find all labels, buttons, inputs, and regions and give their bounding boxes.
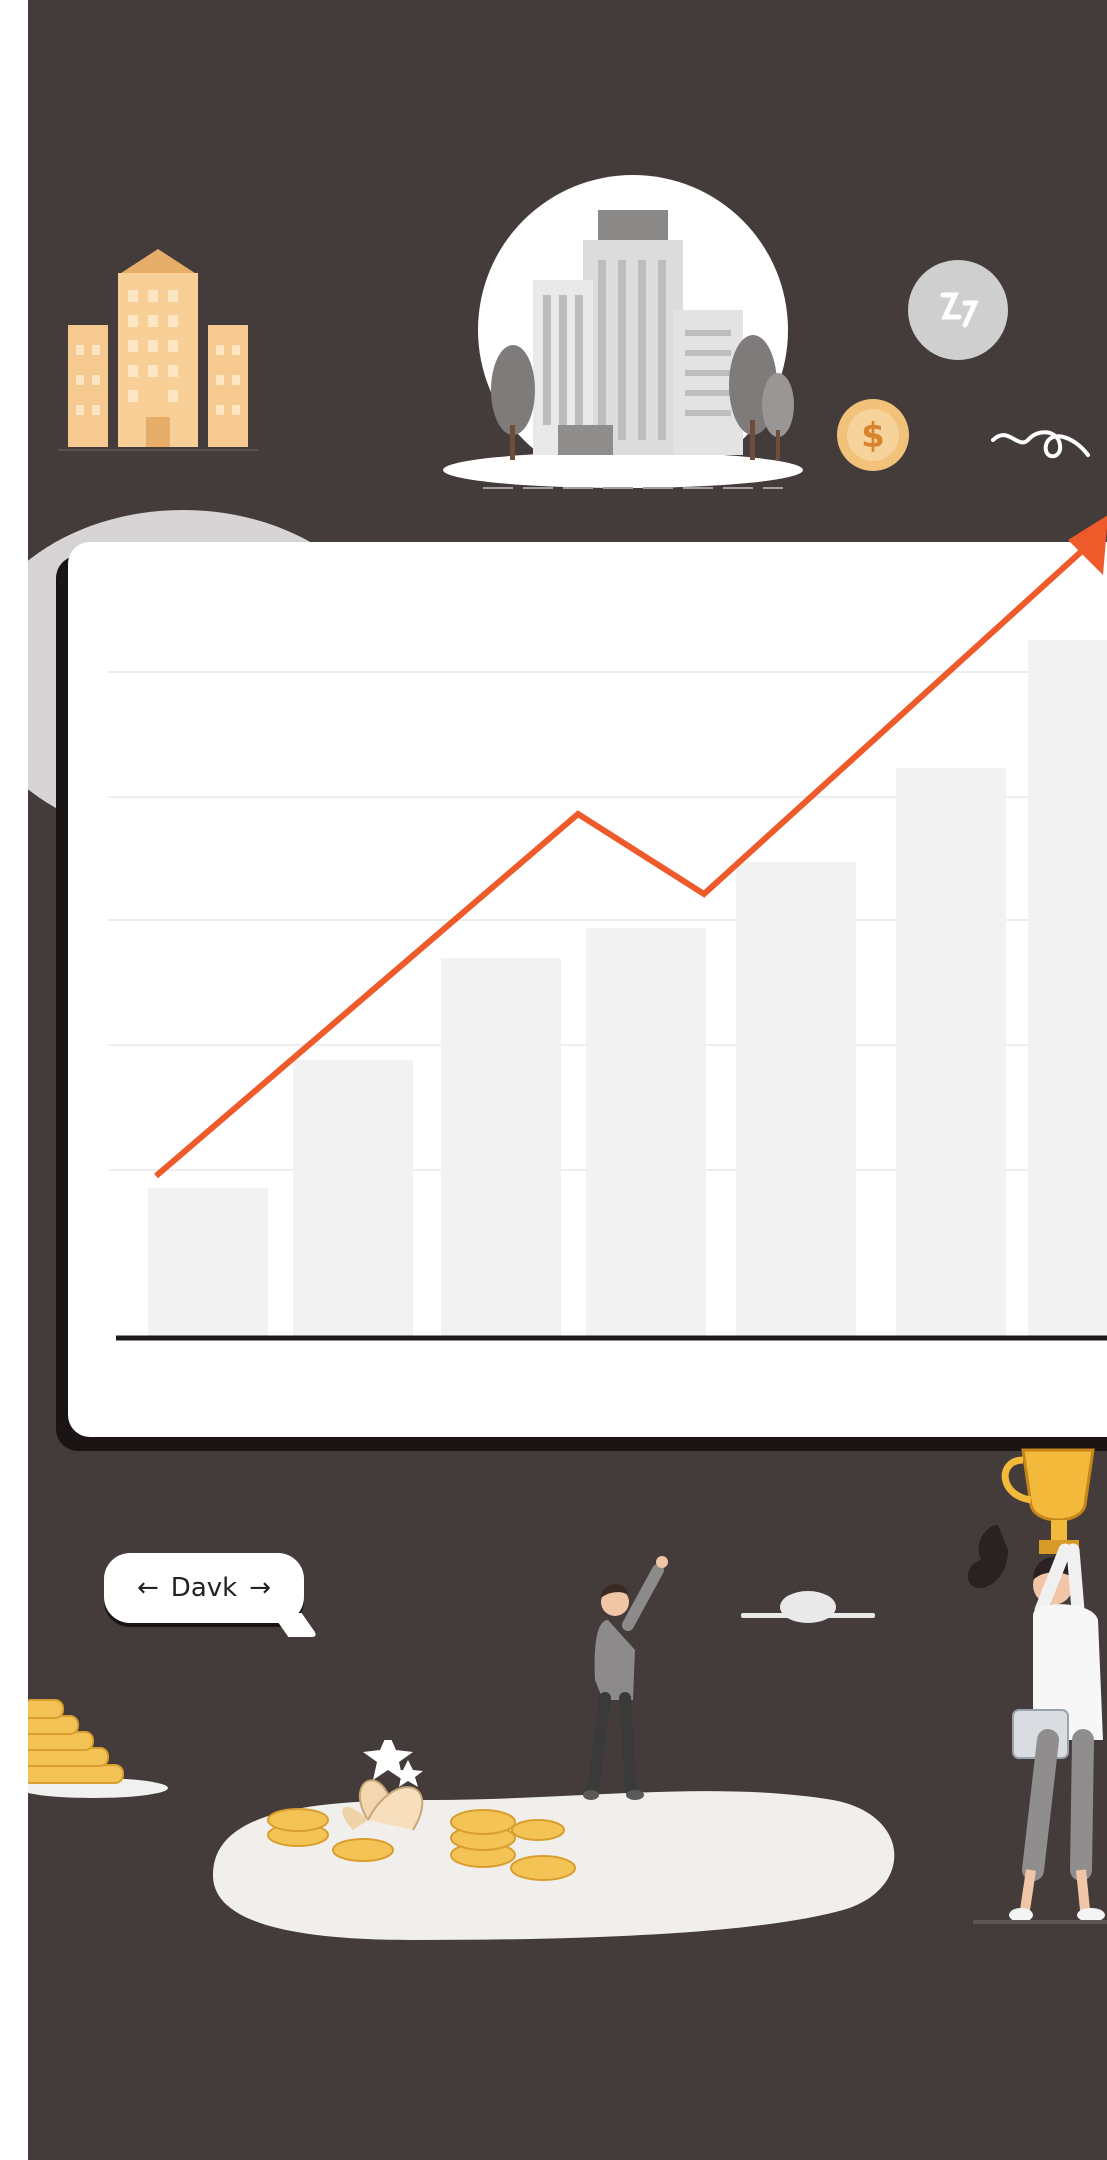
person-figure (583, 1556, 668, 1800)
plant-icon (342, 1740, 424, 1831)
dollar-coin-icon: $ (837, 399, 909, 471)
city-globe-icon (443, 175, 803, 489)
bar (736, 862, 856, 1336)
illustration-scene: $ ← Davk → (28, 0, 1107, 2160)
bar (293, 1060, 413, 1336)
speech-bubble-text: Davk (170, 1573, 238, 1603)
squiggle-icon (991, 430, 1090, 459)
trend-chart (108, 515, 1107, 1341)
speech-bubble-tail (271, 1613, 319, 1637)
bar (441, 958, 561, 1336)
lightning-badge-icon (908, 260, 1008, 360)
bar (148, 1188, 268, 1336)
building-icon (58, 249, 258, 451)
ground-platform (213, 1740, 895, 1940)
svg-text:$: $ (861, 416, 885, 456)
bar (586, 928, 706, 1336)
speech-bubble: ← Davk → (104, 1553, 319, 1637)
person-with-trophy (967, 1448, 1107, 1924)
bar (1028, 640, 1107, 1336)
trophy-icon (1001, 1448, 1095, 1554)
bar (896, 768, 1006, 1336)
left-arrow-icon: ← (137, 1573, 159, 1603)
cloud-icon (741, 1591, 875, 1623)
right-arrow-icon: → (249, 1573, 271, 1603)
trend-arrowhead (1068, 515, 1107, 575)
coins-icon (28, 1699, 168, 1798)
